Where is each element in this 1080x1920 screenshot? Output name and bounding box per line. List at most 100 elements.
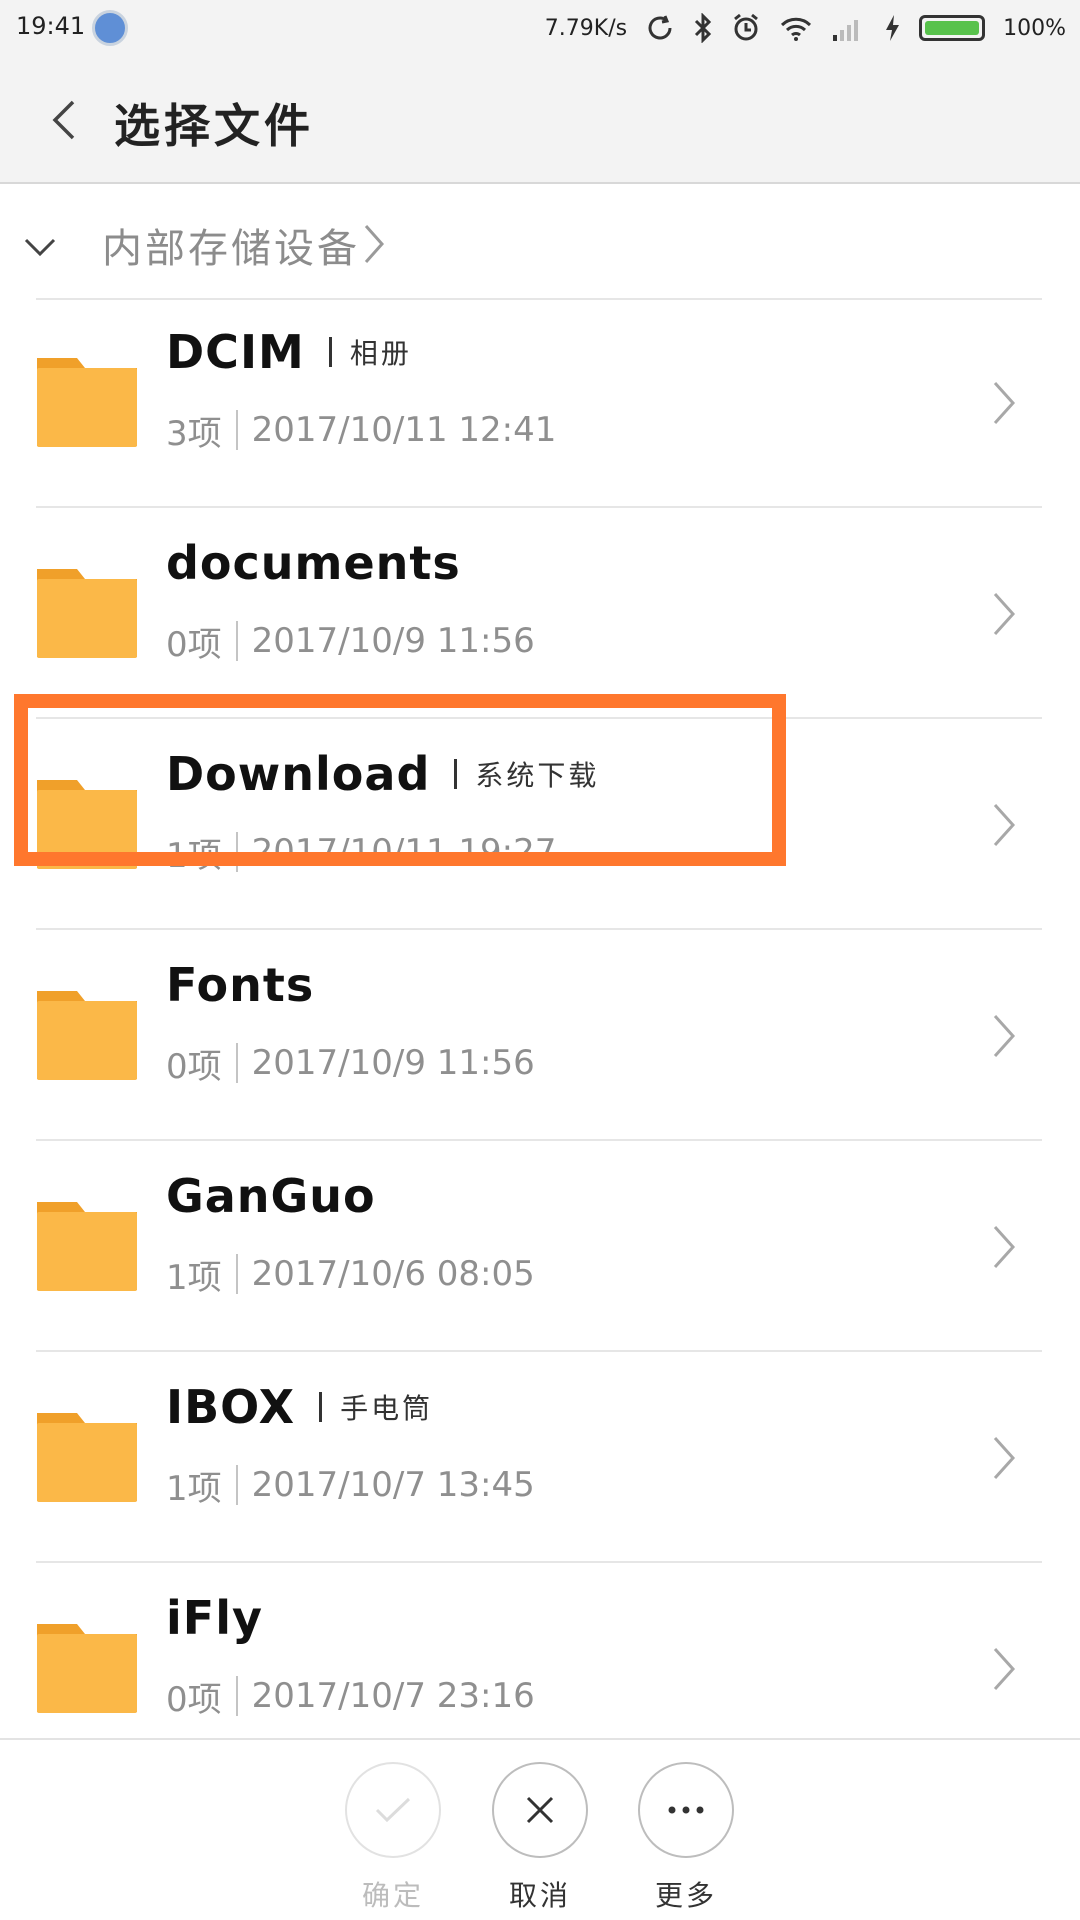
- folder-item-count: 0项: [166, 1046, 222, 1087]
- chevron-right-icon: [993, 381, 1016, 425]
- signal-icon: [833, 20, 859, 41]
- battery-percent: 100%: [1003, 15, 1066, 41]
- divider: [36, 1139, 1042, 1141]
- wifi-icon: [781, 17, 812, 41]
- folder-meta: 1项 2017/10/7 13:45: [166, 1463, 535, 1509]
- folder-meta: 3项 2017/10/11 12:41: [166, 408, 557, 454]
- alias-separator: [319, 1392, 323, 1422]
- folder-meta: 0项 2017/10/9 11:56: [166, 619, 535, 665]
- chevron-down-icon[interactable]: [20, 226, 60, 266]
- folder-modified-date: 2017/10/11 12:41: [251, 410, 557, 450]
- folder-name-line: IBOX 手电筒: [166, 1373, 433, 1441]
- folder-row[interactable]: GanGuo 1项 2017/10/6 08:05: [0, 1142, 1080, 1352]
- chevron-right-icon: [993, 1225, 1016, 1269]
- alarm-icon: [734, 13, 759, 41]
- folder-name-line: iFly: [166, 1584, 263, 1652]
- meta-separator: [235, 410, 238, 450]
- more-label: 更多: [654, 1879, 717, 1912]
- folder-row[interactable]: documents 0项 2017/10/9 11:56: [0, 509, 1080, 719]
- meta-separator: [235, 1676, 238, 1716]
- folder-alias: 手电筒: [340, 1392, 434, 1425]
- folder-icon: [37, 569, 137, 658]
- folder-meta: 0项 2017/10/7 23:16: [166, 1674, 535, 1720]
- status-icons: 7.79K/s 100%: [545, 8, 1066, 48]
- folder-item-count: 3项: [166, 413, 222, 454]
- folder-name-line: GanGuo: [166, 1162, 376, 1230]
- folder-row[interactable]: Download 系统下载 1项 2017/10/11 19:27: [0, 720, 1080, 930]
- folder-name: documents: [166, 536, 461, 590]
- folder-name: Download: [166, 747, 431, 801]
- folder-icon: [37, 358, 137, 447]
- folder-name: DCIM: [166, 325, 305, 379]
- folder-item-count: 0项: [166, 1679, 222, 1720]
- folder-row[interactable]: Fonts 0项 2017/10/9 11:56: [0, 931, 1080, 1141]
- folder-alias: 相册: [349, 337, 412, 370]
- check-icon: [375, 1797, 411, 1823]
- status-time: 19:41: [16, 12, 86, 40]
- page-title: 选择文件: [114, 99, 314, 153]
- folder-icon: [37, 1202, 137, 1291]
- sync-icon: [648, 15, 672, 40]
- net-speed: 7.79K/s: [544, 15, 628, 41]
- folder-icon: [37, 1624, 137, 1713]
- alias-separator: [328, 337, 332, 367]
- bottom-action-bar: 确定 取消 更多: [0, 1738, 1080, 1920]
- folder-meta: 1项 2017/10/11 19:27: [166, 830, 557, 876]
- folder-modified-date: 2017/10/9 11:56: [251, 1043, 535, 1083]
- chevron-right-icon: [993, 1014, 1016, 1058]
- folder-icon: [37, 991, 137, 1080]
- folder-modified-date: 2017/10/9 11:56: [251, 621, 535, 661]
- more-icon: [668, 1806, 704, 1814]
- folder-item-count: 1项: [166, 835, 222, 876]
- battery-icon: [919, 15, 986, 41]
- folder-name-line: Download 系统下载: [166, 740, 599, 808]
- meta-separator: [235, 621, 238, 661]
- alias-separator: [454, 759, 458, 789]
- meta-separator: [235, 1465, 238, 1505]
- folder-name: IBOX: [166, 1380, 296, 1434]
- chevron-left-icon: [52, 100, 75, 140]
- folder-alias: 系统下载: [475, 759, 600, 792]
- divider: [36, 506, 1042, 508]
- folder-icon: [37, 780, 137, 869]
- divider: [36, 717, 1042, 719]
- folder-icon: [37, 1413, 137, 1502]
- divider: [36, 298, 1042, 300]
- status-bar: 19:41 7.79K/s 100%: [0, 0, 1080, 56]
- chevron-right-icon: [993, 1647, 1016, 1691]
- chevron-right-icon: [993, 1436, 1016, 1480]
- divider: [36, 928, 1042, 930]
- folder-row[interactable]: IBOX 手电筒 1项 2017/10/7 13:45: [0, 1353, 1080, 1563]
- confirm-button[interactable]: 确定: [333, 1762, 453, 1914]
- chevron-right-icon: [364, 225, 385, 263]
- charging-icon: [886, 15, 900, 41]
- divider: [36, 1350, 1042, 1352]
- meta-separator: [235, 1254, 238, 1294]
- chevron-right-icon: [993, 592, 1016, 636]
- folder-item-count: 1项: [166, 1468, 222, 1509]
- bluetooth-icon: [695, 13, 712, 43]
- folder-name-line: Fonts: [166, 951, 314, 1019]
- folder-row[interactable]: DCIM 相册 3项 2017/10/11 12:41: [0, 298, 1080, 508]
- folder-name-line: DCIM 相册: [166, 318, 412, 386]
- folder-modified-date: 2017/10/6 08:05: [251, 1254, 535, 1294]
- folder-modified-date: 2017/10/11 19:27: [251, 832, 557, 872]
- folder-name: Fonts: [166, 958, 315, 1012]
- cancel-button[interactable]: 取消: [480, 1762, 600, 1914]
- app-header: 选择文件: [0, 56, 1080, 184]
- folder-modified-date: 2017/10/7 23:16: [251, 1676, 535, 1716]
- confirm-label: 确定: [361, 1879, 424, 1912]
- back-button[interactable]: [34, 90, 94, 150]
- breadcrumb: 内部存储设备: [0, 186, 1080, 300]
- breadcrumb-internal-storage[interactable]: 内部存储设备: [102, 216, 360, 274]
- folder-name-line: documents: [166, 529, 461, 597]
- folder-modified-date: 2017/10/7 13:45: [251, 1465, 535, 1505]
- more-button[interactable]: 更多: [626, 1762, 746, 1914]
- folder-name: GanGuo: [166, 1169, 376, 1223]
- folder-meta: 1项 2017/10/6 08:05: [166, 1252, 535, 1298]
- meta-separator: [235, 832, 238, 872]
- divider: [36, 1561, 1042, 1563]
- folder-item-count: 0项: [166, 624, 222, 665]
- chevron-right-icon: [993, 803, 1016, 847]
- folder-meta: 0项 2017/10/9 11:56: [166, 1041, 535, 1087]
